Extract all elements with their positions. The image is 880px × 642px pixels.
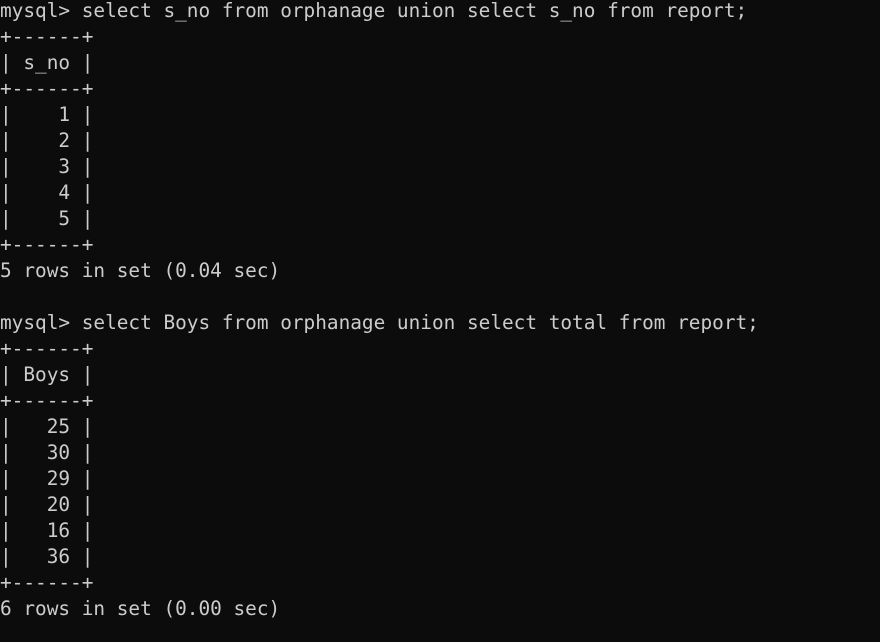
table-header: | s_no |	[0, 51, 94, 74]
table-border-bottom: +------+	[0, 571, 94, 594]
table-row: | 1 |	[0, 103, 94, 126]
command-line: mysql> select Boys from orphanage union …	[0, 310, 880, 336]
table-row: | 16 |	[0, 519, 94, 542]
table-row: | 30 |	[0, 441, 94, 464]
table-row: | 25 |	[0, 415, 94, 438]
table-row: | 5 |	[0, 207, 94, 230]
table-row: | 2 |	[0, 129, 94, 152]
table-border-mid: +------+	[0, 389, 94, 412]
result-summary: 6 rows in set (0.00 sec)	[0, 597, 281, 620]
table-row: | 4 |	[0, 181, 94, 204]
table-border-mid: +------+	[0, 77, 94, 100]
table-border-bottom: +------+	[0, 233, 94, 256]
mysql-prompt: mysql>	[0, 0, 82, 22]
table-header: | Boys |	[0, 363, 94, 386]
query-block-1: mysql> select s_no from orphanage union …	[0, 0, 880, 284]
terminal-window[interactable]: mysql> select s_no from orphanage union …	[0, 0, 880, 642]
table-row: | 3 |	[0, 155, 94, 178]
table-row: | 36 |	[0, 545, 94, 568]
table-border-top: +------+	[0, 337, 94, 360]
command-line: mysql> select s_no from orphanage union …	[0, 0, 880, 24]
table-border-top: +------+	[0, 25, 94, 48]
query-block-2: mysql> select Boys from orphanage union …	[0, 310, 880, 622]
command-text: select Boys from orphanage union select …	[81, 311, 759, 334]
table-row: | 20 |	[0, 493, 94, 516]
mysql-prompt: mysql>	[0, 311, 82, 334]
command-text: select s_no from orphanage union select …	[81, 0, 748, 22]
result-summary: 5 rows in set (0.04 sec)	[0, 259, 281, 282]
table-row: | 29 |	[0, 467, 94, 490]
